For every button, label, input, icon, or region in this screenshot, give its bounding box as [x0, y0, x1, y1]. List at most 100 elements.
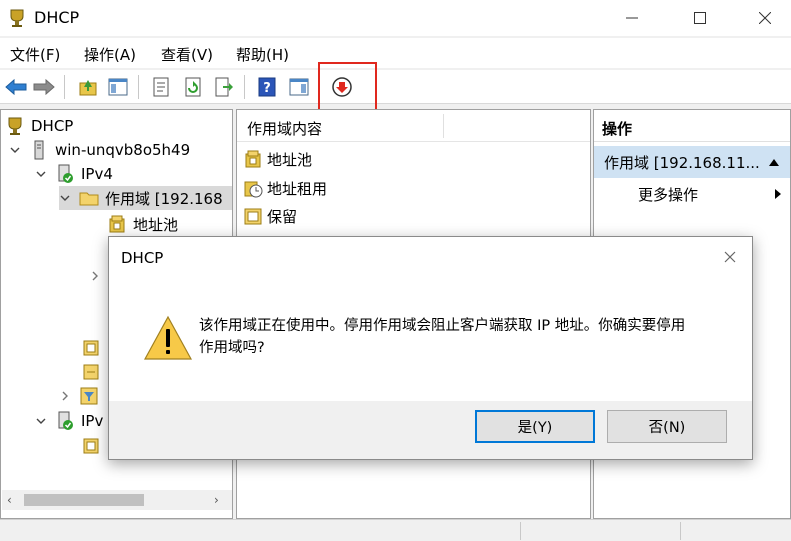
- back-button[interactable]: [4, 75, 28, 99]
- action-scope-label: 作用域 [192.168.11...: [604, 153, 760, 172]
- show-hide-action-pane-button[interactable]: [287, 75, 311, 99]
- toolbar-separator: [64, 75, 65, 99]
- dhcp-console-window: DHCP 文件(F) 操作(A) 查看(V) 帮助(H) ? DHCP win-…: [0, 0, 791, 541]
- dialog-message: 该作用域正在使用中。停用作用域会阻止客户端获取 IP 地址。你确实要停用 作用域…: [199, 315, 719, 359]
- menu-bar: 文件(F) 操作(A) 查看(V) 帮助(H): [0, 38, 791, 68]
- tree-label: IPv: [81, 412, 104, 430]
- tree-item-address-pool[interactable]: 地址池: [107, 212, 178, 236]
- toolbar-separator: [138, 75, 139, 99]
- maximize-icon: [694, 12, 706, 24]
- show-hide-action-pane-icon: [289, 78, 309, 96]
- scroll-left-icon[interactable]: ‹: [7, 493, 12, 507]
- toolbar: ?: [0, 70, 791, 104]
- scope-options-icon: [83, 340, 99, 356]
- ipv4-check-icon: [58, 164, 73, 183]
- tree-item-ipv4[interactable]: IPv4: [35, 162, 113, 186]
- forward-arrow-icon: [33, 78, 55, 96]
- forward-button[interactable]: [32, 75, 56, 99]
- close-window-button[interactable]: [742, 0, 788, 36]
- dialog-close-icon[interactable]: [720, 247, 740, 267]
- scrollbar-thumb[interactable]: [24, 494, 144, 506]
- menu-action[interactable]: 操作(A): [84, 44, 136, 65]
- minimize-button[interactable]: [609, 0, 655, 36]
- tree-item-policies[interactable]: [81, 360, 107, 384]
- column-separator: [443, 114, 444, 138]
- tree-expand-toggle[interactable]: [89, 264, 109, 288]
- dhcp-trophy-icon: [8, 117, 22, 135]
- tree-label: DHCP: [31, 117, 74, 135]
- server-icon: [34, 140, 44, 160]
- chevron-down-icon: [10, 147, 20, 153]
- no-button[interactable]: 否(N): [607, 410, 727, 443]
- tree-item-ipv6-options[interactable]: [81, 434, 107, 458]
- filter-icon: [80, 387, 98, 405]
- tree-label: 作用域 [192.168: [105, 189, 223, 208]
- content-item-label: 保留: [267, 207, 298, 226]
- policies-icon: [83, 364, 99, 380]
- tree-item-ipv6[interactable]: IPv: [35, 409, 103, 433]
- dialog-title: DHCP: [121, 249, 164, 267]
- menu-view[interactable]: 查看(V): [161, 44, 213, 65]
- content-item-label: 地址池: [267, 150, 313, 169]
- tree-label: 地址池: [133, 215, 179, 234]
- svg-text:?: ?: [263, 81, 271, 96]
- maximize-button[interactable]: [677, 0, 723, 36]
- server-options-icon: [83, 438, 99, 454]
- tree-item-filters[interactable]: [59, 384, 105, 408]
- menu-file[interactable]: 文件(F): [10, 44, 60, 65]
- address-leases-icon: [244, 181, 263, 198]
- menu-help[interactable]: 帮助(H): [236, 44, 289, 65]
- show-hide-console-tree-button[interactable]: [106, 75, 130, 99]
- more-actions-item[interactable]: 更多操作: [638, 184, 698, 205]
- status-separator: [520, 522, 521, 540]
- content-item-address-pool[interactable]: 地址池: [243, 146, 312, 172]
- close-icon: [759, 12, 771, 24]
- submenu-arrow-icon: [775, 189, 781, 199]
- content-item-leases[interactable]: 地址租用: [243, 175, 327, 201]
- export-list-button[interactable]: [212, 75, 236, 99]
- folder-icon: [79, 192, 99, 206]
- up-folder-icon: [79, 80, 97, 96]
- minimize-icon: [626, 17, 638, 19]
- action-pane-header: 操作: [594, 110, 790, 142]
- help-button[interactable]: ?: [255, 75, 279, 99]
- dialog-footer: 是(Y) 否(N): [109, 401, 752, 459]
- chevron-down-icon: [60, 195, 70, 201]
- up-one-level-button[interactable]: [76, 75, 100, 99]
- chevron-down-icon: [36, 171, 46, 177]
- content-item-reservations[interactable]: 保留: [243, 203, 297, 229]
- toolbar-separator: [244, 75, 245, 99]
- action-scope-section[interactable]: 作用域 [192.168.11...: [594, 146, 790, 178]
- column-header: 作用域内容: [237, 110, 590, 142]
- help-icon: ?: [258, 77, 276, 97]
- yes-button[interactable]: 是(Y): [475, 410, 595, 443]
- chevron-right-icon: [92, 271, 98, 281]
- tree-horizontal-scrollbar[interactable]: ‹ ›: [2, 490, 232, 510]
- chevron-right-icon: [62, 391, 68, 401]
- status-bar: [0, 519, 791, 541]
- properties-icon: [153, 77, 169, 97]
- dialog-message-line-1: 该作用域正在使用中。停用作用域会阻止客户端获取 IP 地址。你确实要停用: [199, 318, 686, 334]
- tree-label: IPv4: [81, 165, 113, 183]
- refresh-button[interactable]: [181, 75, 205, 99]
- collapse-up-icon: [769, 159, 779, 166]
- back-arrow-icon: [5, 78, 27, 96]
- content-item-label: 地址租用: [267, 179, 328, 198]
- tree-item-scope-options[interactable]: [81, 336, 107, 360]
- address-pool-icon: [109, 215, 125, 233]
- address-pool-icon: [245, 150, 261, 168]
- ipv6-check-icon: [58, 411, 73, 430]
- column-header-name[interactable]: 作用域内容: [247, 118, 322, 139]
- tree-item-dhcp[interactable]: DHCP: [5, 114, 73, 138]
- scroll-right-icon[interactable]: ›: [214, 493, 219, 507]
- chevron-down-icon: [36, 418, 46, 424]
- status-separator: [680, 522, 681, 540]
- export-list-icon: [215, 77, 233, 97]
- refresh-icon: [185, 77, 201, 97]
- properties-button[interactable]: [149, 75, 173, 99]
- reservations-icon: [244, 208, 262, 225]
- warning-icon: [143, 315, 193, 360]
- tree-item-server[interactable]: win-unqvb8o5h49: [9, 138, 190, 162]
- tree-item-scope[interactable]: 作用域 [192.168: [59, 186, 232, 210]
- tree-label: win-unqvb8o5h49: [55, 141, 191, 159]
